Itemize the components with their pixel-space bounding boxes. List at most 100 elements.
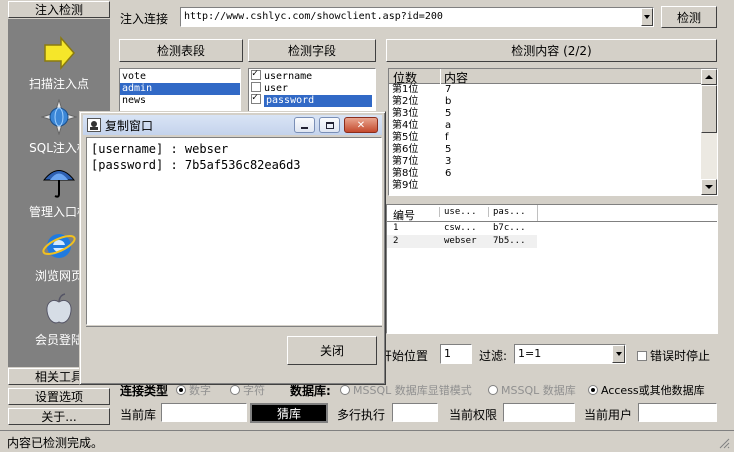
close-window-button[interactable]: ✕ — [344, 117, 378, 133]
current-perm-label: 当前权限 — [449, 408, 498, 422]
detect-button[interactable]: 检测 — [661, 6, 717, 28]
cell: 1 — [393, 223, 399, 233]
list-item[interactable]: vote — [120, 71, 240, 83]
multi-exec-input[interactable] — [392, 403, 438, 422]
minimize-button[interactable] — [294, 117, 315, 133]
list-item[interactable]: username — [249, 68, 375, 83]
resize-grip-icon[interactable] — [718, 437, 730, 449]
url-label: 注入连接 — [120, 12, 169, 26]
cell: csw... — [444, 223, 477, 233]
stop-on-error-option[interactable]: 错误时停止 — [637, 347, 710, 364]
start-pos-input[interactable]: 1 — [440, 344, 472, 364]
dialog-titlebar[interactable]: 复制窗口 ✕ — [83, 115, 382, 135]
table-row[interactable]: 第4位 a — [389, 120, 717, 132]
minimize-icon — [301, 126, 308, 129]
result-grid[interactable]: 编号 use... pas... 1 csw... b7c... 2 webse… — [386, 204, 718, 334]
globe-scan-icon — [40, 98, 78, 136]
chevron-down-icon — [705, 185, 713, 189]
column-header: use... — [439, 207, 477, 217]
table-row[interactable]: 2 webser 7b5... — [387, 235, 537, 248]
window-icon — [87, 118, 101, 132]
radio[interactable] — [488, 385, 498, 395]
status-text: 内容已检测完成。 — [7, 436, 104, 450]
cell: 第1位 — [392, 84, 419, 95]
scroll-thumb[interactable] — [701, 85, 717, 133]
text-line: [password] : 7b5af536c82ea6d3 — [91, 158, 301, 172]
cell: 第4位 — [392, 120, 419, 131]
checkbox[interactable] — [637, 350, 647, 361]
cell: 第2位 — [392, 96, 419, 107]
radio-label: MSSQL 数据库 — [501, 384, 576, 397]
current-perm-input[interactable] — [503, 403, 575, 422]
content-scrollbar[interactable] — [701, 69, 717, 195]
cell: 第5位 — [392, 132, 419, 143]
cell: 5 — [445, 144, 452, 155]
filter-dropdown-button[interactable] — [612, 345, 625, 363]
table-row[interactable]: 第5位 f — [389, 132, 717, 144]
checkbox[interactable] — [251, 82, 261, 92]
radio-label: Access或其他数据库 — [601, 384, 705, 397]
list-item[interactable]: password — [249, 92, 375, 107]
sidebar-item-scan[interactable]: 扫描注入点 — [8, 35, 110, 99]
detect-fields-button[interactable]: 检测字段 — [248, 39, 376, 62]
radio-label: MSSQL 数据库显错模式 — [353, 384, 472, 397]
table-row[interactable]: 第7位 3 — [389, 156, 717, 168]
tab-about[interactable]: 关于... — [8, 408, 110, 425]
cell: b7c... — [493, 223, 526, 233]
radio[interactable] — [588, 385, 598, 395]
list-item[interactable]: news — [120, 95, 240, 107]
list-item[interactable]: admin — [120, 83, 240, 95]
db-mssql[interactable]: MSSQL 数据库 — [488, 382, 576, 398]
cell: 第3位 — [392, 108, 419, 119]
tab-settings[interactable]: 设置选项 — [8, 388, 110, 405]
cell: 6 — [445, 168, 452, 179]
radio[interactable] — [176, 385, 186, 395]
checkbox[interactable] — [251, 92, 261, 104]
current-db-label: 当前库 — [120, 408, 157, 422]
cell: 2 — [393, 236, 399, 246]
guess-db-button[interactable]: 猜库 — [250, 403, 328, 423]
field-name: username — [264, 71, 313, 82]
table-row[interactable]: 第8位 6 — [389, 168, 717, 180]
filter-label: 过滤: — [479, 349, 508, 363]
url-input[interactable]: http://www.cshlyc.com/showclient.asp?id=… — [180, 7, 654, 27]
dialog-text-area[interactable]: [username] : webser [password] : 7b5af53… — [86, 137, 382, 325]
table-row[interactable]: 第1位 7 — [389, 84, 717, 96]
dialog-title: 复制窗口 — [105, 118, 154, 133]
grid-body: 第1位 7 第2位 b 第3位 5 第4位 a 第5位 f 第6位 5 第7位 3 第8位 6 … — [389, 84, 717, 192]
url-dropdown-button[interactable] — [641, 8, 653, 26]
table-row[interactable]: 第9位 — [389, 180, 717, 192]
cell: 3 — [445, 156, 452, 167]
db-access[interactable]: Access或其他数据库 — [588, 382, 705, 398]
maximize-button[interactable] — [319, 117, 340, 133]
table-row[interactable]: 第2位 b — [389, 96, 717, 108]
list-item[interactable]: user — [249, 82, 375, 95]
current-user-input[interactable] — [638, 403, 717, 422]
cell: a — [445, 120, 452, 131]
filter-select[interactable]: 1=1 — [514, 344, 626, 364]
column-header: 内容 — [440, 69, 468, 85]
cell: 第6位 — [392, 144, 419, 155]
scroll-down-button[interactable] — [701, 179, 717, 195]
multi-exec-label: 多行执行 — [337, 408, 386, 422]
radio[interactable] — [230, 385, 240, 395]
table-row[interactable]: 第6位 5 — [389, 144, 717, 156]
detect-tables-button[interactable]: 检测表段 — [119, 39, 243, 62]
checkbox-label: 错误时停止 — [650, 349, 711, 363]
detect-content-button[interactable]: 检测内容 (2/2) — [386, 39, 717, 62]
table-row[interactable]: 1 csw... b7c... — [387, 222, 717, 235]
checkbox[interactable] — [251, 68, 261, 80]
cell: 7 — [445, 84, 452, 95]
field-name: password — [264, 95, 372, 107]
content-grid[interactable]: 位数 内容 第1位 7 第2位 b 第3位 5 第4位 a 第5位 f 第6位 5 第7位 3… — [388, 68, 718, 196]
current-db-input[interactable] — [161, 403, 247, 422]
scroll-up-button[interactable] — [701, 69, 717, 85]
cell: 第8位 — [392, 168, 419, 179]
dialog-close-button[interactable]: 关闭 — [287, 336, 377, 365]
table-row[interactable]: 第3位 5 — [389, 108, 717, 120]
tab-injection-detect[interactable]: 注入检测 — [8, 1, 110, 18]
radio-label: 字符 — [243, 384, 265, 397]
radio[interactable] — [340, 385, 350, 395]
chevron-down-icon — [615, 352, 622, 356]
grid-header: 编号 use... pas... — [387, 205, 717, 222]
